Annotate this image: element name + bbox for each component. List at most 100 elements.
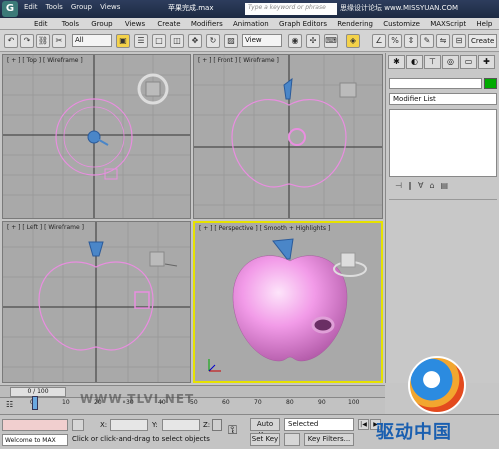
- menu-edit[interactable]: Edit: [34, 18, 48, 28]
- title-bar: G Edit Tools Group Views 苹果完成.max Type a…: [0, 0, 499, 18]
- unlink-icon[interactable]: ✂: [52, 34, 66, 48]
- object-name-field[interactable]: [389, 78, 482, 89]
- window-title: 苹果完成.max: [168, 4, 214, 12]
- auto-key-button[interactable]: Auto Key: [250, 418, 280, 439]
- set-key-button[interactable]: Set Key: [250, 433, 280, 446]
- viewport-left[interactable]: [ + ] [ Left ] [ Wireframe ]: [2, 221, 191, 383]
- keyboard-shortcut-icon[interactable]: ⌨: [324, 34, 338, 48]
- tick-label: 10: [62, 399, 70, 406]
- title-menu-tools[interactable]: Tools: [46, 3, 63, 11]
- y-coordinate-field[interactable]: [162, 419, 200, 431]
- undo-icon[interactable]: ↶: [4, 34, 18, 48]
- align-icon[interactable]: ⊟: [452, 34, 466, 48]
- menu-modifiers[interactable]: Modifiers: [191, 18, 223, 28]
- command-panel-tabs: ✱ ◐ ⊤ ◎ ▭ ✚: [388, 55, 495, 69]
- selection-lock-icon[interactable]: [72, 419, 84, 431]
- window-crossing-icon[interactable]: ◫: [170, 34, 184, 48]
- redo-icon[interactable]: ↷: [20, 34, 34, 48]
- title-menu-edit[interactable]: Edit: [24, 3, 38, 11]
- mirror-icon[interactable]: ⇋: [436, 34, 450, 48]
- create-selection-set[interactable]: Create: [468, 34, 497, 48]
- go-to-start-icon[interactable]: |◀: [358, 419, 369, 430]
- modify-tab-icon[interactable]: ◐: [406, 55, 423, 69]
- ref-coord-select[interactable]: View: [242, 34, 282, 47]
- menu-maxscript[interactable]: MAXScript: [430, 18, 466, 28]
- manipulate-icon[interactable]: ✣: [306, 34, 320, 48]
- viewport-top[interactable]: [ + ] [ Top ] [ Wireframe ]: [2, 54, 191, 219]
- object-color-swatch[interactable]: [484, 78, 497, 89]
- menu-graph-editors[interactable]: Graph Editors: [279, 18, 327, 28]
- status-prompt: Click or click-and-drag to select object…: [72, 435, 210, 443]
- select-object-icon[interactable]: ▣: [116, 34, 130, 48]
- motion-tab-icon[interactable]: ◎: [442, 55, 459, 69]
- menu-views[interactable]: Views: [125, 18, 145, 28]
- maxscript-output[interactable]: Welcome to MAX: [2, 434, 68, 446]
- modifier-stack[interactable]: [389, 109, 497, 177]
- menu-rendering[interactable]: Rendering: [337, 18, 373, 28]
- viewport-front-canvas: [194, 55, 382, 218]
- time-slider-frame[interactable]: 0 / 100: [10, 387, 66, 397]
- display-tab-icon[interactable]: ▭: [460, 55, 477, 69]
- title-menu-views[interactable]: Views: [100, 3, 120, 11]
- link-icon[interactable]: ⛓: [36, 34, 50, 48]
- viewport-perspective-canvas: [208, 238, 367, 372]
- viewport-top-canvas: [3, 55, 190, 218]
- make-unique-icon[interactable]: ∀: [418, 181, 423, 195]
- mid-watermark: WWW.TLVI.NET: [80, 392, 195, 406]
- move-icon[interactable]: ✥: [188, 34, 202, 48]
- x-label: X:: [100, 421, 108, 429]
- command-panel: ✱ ◐ ⊤ ◎ ▭ ✚ Modifier List ⊣ ∥ ∀ ⌂ ▤: [385, 53, 499, 383]
- tick-label: 60: [222, 399, 230, 406]
- z-label: Z:: [203, 421, 211, 429]
- rect-region-icon[interactable]: □: [152, 34, 166, 48]
- snap-toggle-icon[interactable]: ◈: [346, 34, 360, 48]
- brand-logo-icon: [408, 356, 466, 414]
- percent-snap-icon[interactable]: %: [388, 34, 402, 48]
- remove-modifier-icon[interactable]: ⌂: [429, 181, 434, 195]
- key-icon[interactable]: ⚿: [228, 423, 237, 438]
- main-toolbar: ↶ ↷ ⛓ ✂ All ▣ ☰ □ ◫ ✥ ↻ ▨ View ◉ ✣ ⌨ ◈ ∠…: [0, 30, 499, 52]
- viewport-perspective[interactable]: [ + ] [ Perspective ] [ Smooth + Highlig…: [193, 221, 383, 383]
- tick-label: 100: [348, 399, 360, 406]
- menu-help[interactable]: Help: [476, 18, 492, 28]
- maxscript-listener[interactable]: [2, 419, 68, 431]
- stack-tools: ⊣ ∥ ∀ ⌂ ▤: [389, 181, 497, 195]
- title-menu: Edit Tools Group Views: [24, 3, 120, 11]
- key-mode-select[interactable]: Selected: [284, 418, 354, 431]
- utilities-tab-icon[interactable]: ✚: [478, 55, 495, 69]
- hierarchy-tab-icon[interactable]: ⊤: [424, 55, 441, 69]
- time-cursor[interactable]: [32, 396, 38, 410]
- menu-tools[interactable]: Tools: [62, 18, 79, 28]
- x-coordinate-field[interactable]: [110, 419, 148, 431]
- create-tab-icon[interactable]: ✱: [388, 55, 405, 69]
- viewport-front[interactable]: [ + ] [ Front ] [ Wireframe ]: [193, 54, 383, 219]
- brand-text: 驱动中国: [376, 422, 452, 443]
- rollout-area: [389, 199, 497, 379]
- key-filters-button[interactable]: Key Filters...: [304, 433, 354, 446]
- menu-create[interactable]: Create: [157, 18, 180, 28]
- search-input[interactable]: Type a keyword or phrase: [245, 3, 337, 15]
- pin-stack-icon[interactable]: ⊣: [395, 181, 402, 195]
- absolute-mode-icon[interactable]: [212, 419, 222, 431]
- menu-customize[interactable]: Customize: [383, 18, 420, 28]
- configure-modifiers-icon[interactable]: ▤: [441, 181, 449, 195]
- menu-group[interactable]: Group: [91, 18, 112, 28]
- app-window: G Edit Tools Group Views 苹果完成.max Type a…: [0, 0, 499, 449]
- modifier-list-dropdown[interactable]: Modifier List: [389, 93, 497, 105]
- app-logo-icon[interactable]: G: [2, 1, 18, 17]
- selection-filter-select[interactable]: All: [72, 34, 112, 47]
- spinner-snap-icon[interactable]: ⇕: [404, 34, 418, 48]
- menu-animation[interactable]: Animation: [233, 18, 269, 28]
- show-end-result-icon[interactable]: ∥: [408, 181, 412, 195]
- brand-watermark: 驱动中国: [372, 356, 499, 449]
- y-label: Y:: [152, 421, 158, 429]
- select-by-name-icon[interactable]: ☰: [134, 34, 148, 48]
- default-in-out-icon[interactable]: [284, 433, 300, 446]
- scale-icon[interactable]: ▨: [224, 34, 238, 48]
- title-menu-group[interactable]: Group: [71, 3, 92, 11]
- angle-snap-icon[interactable]: ∠: [372, 34, 386, 48]
- named-selection-icon[interactable]: ✎: [420, 34, 434, 48]
- pivot-icon[interactable]: ◉: [288, 34, 302, 48]
- rotate-icon[interactable]: ↻: [206, 34, 220, 48]
- track-bar-icon[interactable]: ☷: [6, 400, 13, 409]
